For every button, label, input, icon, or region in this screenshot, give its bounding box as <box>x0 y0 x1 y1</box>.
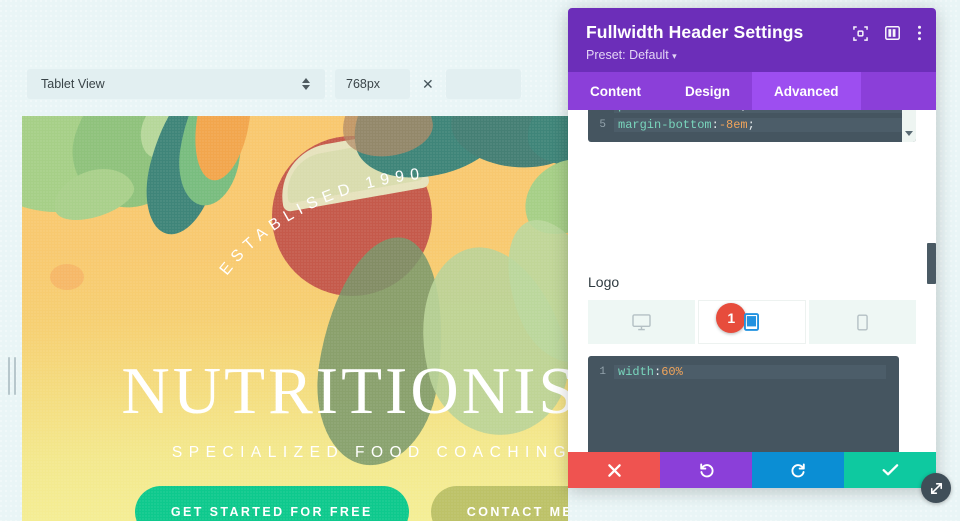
get-started-button[interactable]: GET STARTED FOR FREE <box>134 486 409 521</box>
chevron-down-icon[interactable] <box>905 131 913 136</box>
modal-resize-grip[interactable] <box>921 473 951 503</box>
hero-title: NUTRITIONIST <box>121 354 568 428</box>
grip-line <box>14 357 16 395</box>
close-icon <box>607 463 621 477</box>
cancel-button[interactable] <box>568 452 660 488</box>
dimension-separator: ✕ <box>422 75 434 92</box>
code-content: width:60% <box>614 364 886 379</box>
undo-icon <box>699 463 713 477</box>
undo-button[interactable] <box>660 452 752 488</box>
hero-eyebrow-text: ESTABLISED 1990 <box>217 166 420 276</box>
more-vertical-icon[interactable] <box>917 25 922 41</box>
redo-button[interactable] <box>752 452 844 488</box>
split-layout-icon[interactable] <box>885 26 900 40</box>
logo-section-label: Logo <box>588 274 620 290</box>
tablet-icon <box>744 313 760 331</box>
redo-icon <box>791 463 805 477</box>
line-number: 5 <box>599 118 606 131</box>
viewport-width-input[interactable]: 768px <box>335 69 410 99</box>
modal-body: 4 position:relative; 5 margin-bottom:-8e… <box>568 110 936 488</box>
preset-label: Preset: Default <box>586 48 669 62</box>
viewport-height-input[interactable] <box>445 69 521 99</box>
modified-count-badge: 1 <box>716 303 747 333</box>
updown-spinner-icon <box>301 76 311 92</box>
fullwidth-header-module[interactable]: ESTABLISED 1990 NUTRITIONIST SPECIALIZED… <box>22 116 568 521</box>
viewport-mode-select[interactable]: Tablet View <box>27 69 325 99</box>
device-tab-phone[interactable] <box>808 300 916 344</box>
tab-content[interactable]: Content <box>568 72 663 110</box>
modal-tabs: Content Design Advanced <box>568 72 936 110</box>
custom-css-editor-top[interactable]: 4 position:relative; 5 margin-bottom:-8e… <box>588 110 916 142</box>
contact-me-button[interactable]: CONTACT ME <box>430 486 568 521</box>
code-line: 5 margin-bottom:-8em; <box>588 115 916 134</box>
hero-button-group: GET STARTED FOR FREE CONTACT ME <box>22 486 568 521</box>
code-content: margin-bottom:-8em; <box>614 117 916 132</box>
focus-target-icon[interactable] <box>853 25 868 41</box>
hero-subtitle: SPECIALIZED FOOD COACHING <box>171 444 568 461</box>
desktop-icon <box>632 313 651 330</box>
phone-icon <box>857 313 868 331</box>
preset-selector[interactable]: Preset: Default ▾ <box>586 48 918 62</box>
device-tab-tablet[interactable]: 1 <box>698 300 806 344</box>
check-icon <box>882 464 898 476</box>
fullwidth-header-settings-modal: Fullwidth Header Settings Preset: Defaul… <box>568 8 936 488</box>
logo-device-tabs: 1 <box>588 300 916 344</box>
viewport-width-value: 768px <box>346 77 381 91</box>
modal-footer-actions <box>568 452 936 488</box>
chevron-down-icon: ▾ <box>672 51 677 61</box>
modal-scrollbar-thumb[interactable] <box>927 243 936 284</box>
line-number: 4 <box>588 110 614 112</box>
tab-advanced[interactable]: Advanced <box>752 72 861 110</box>
preview-viewport: ESTABLISED 1990 NUTRITIONIST SPECIALIZED… <box>22 116 568 521</box>
viewport-mode-label: Tablet View <box>41 77 105 91</box>
code-content: position:relative; <box>614 110 916 113</box>
viewport-resize-handle-left[interactable] <box>5 355 19 397</box>
code-editor-scrollbar[interactable] <box>902 110 916 142</box>
device-tab-desktop[interactable] <box>588 300 696 344</box>
line-number: 1 <box>599 365 606 378</box>
builder-screen: Tablet View 768px ✕ ESTABLISED 1990 NUTR… <box>0 0 960 521</box>
svg-text:ESTABLISED 1990: ESTABLISED 1990 <box>217 166 426 276</box>
code-line: 1 width:60% <box>588 362 899 381</box>
resize-diagonal-icon <box>930 482 942 494</box>
hero-eyebrow-arc: ESTABLISED 1990 <box>217 166 426 276</box>
modal-header-actions <box>853 25 922 41</box>
tab-design[interactable]: Design <box>663 72 752 110</box>
modal-header: Fullwidth Header Settings Preset: Defaul… <box>568 8 936 72</box>
grip-line <box>8 357 10 395</box>
viewport-toolbar: Tablet View 768px ✕ <box>0 60 568 108</box>
